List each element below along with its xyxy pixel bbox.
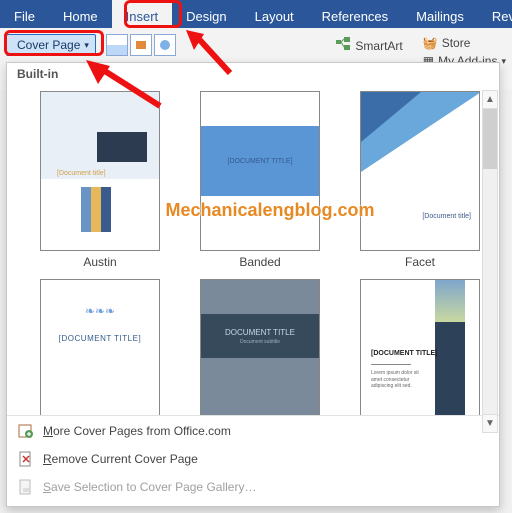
tab-file[interactable]: File: [0, 0, 49, 28]
scroll-thumb[interactable]: [483, 109, 497, 169]
save-page-icon: [17, 478, 35, 496]
tab-home[interactable]: Home: [49, 0, 112, 28]
thumb-grid[interactable]: DOCUMENT TITLE Document subtitle Grid: [185, 279, 335, 415]
footer-label: Save Selection to Cover Page Gallery…: [43, 480, 256, 494]
smartart-label: SmartArt: [355, 39, 402, 53]
footer-label: More Cover Pages from Office.com: [43, 424, 231, 438]
scroll-down-icon[interactable]: ▼: [483, 414, 497, 432]
tab-references[interactable]: References: [308, 0, 402, 28]
tab-mailings[interactable]: Mailings: [402, 0, 478, 28]
tab-layout[interactable]: Layout: [241, 0, 308, 28]
store-label: Store: [442, 36, 471, 50]
caret-down-icon: ▾: [501, 56, 506, 67]
cover-page-gallery: Built-in [Document title] Austin [DOCUME…: [6, 62, 500, 507]
tab-design[interactable]: Design: [172, 0, 240, 28]
smartart-button[interactable]: SmartArt: [335, 36, 402, 55]
thumb-label: Facet: [405, 255, 435, 269]
store-button[interactable]: 🧺 Store: [423, 36, 506, 50]
thumb-integral[interactable]: [DOCUMENT TITLE] Lorem ipsum dolor sit a…: [345, 279, 495, 415]
tab-insert[interactable]: Insert: [112, 0, 173, 28]
thumb-label: Banded: [239, 255, 280, 269]
more-cover-pages[interactable]: More Cover Pages from Office.com: [15, 420, 491, 442]
cover-page-button[interactable]: Cover Page ▾: [6, 34, 96, 56]
table-icon[interactable]: [106, 34, 128, 56]
ribbon-tabs: File Home Insert Design Layout Reference…: [0, 0, 512, 28]
cover-page-label: Cover Page: [17, 38, 80, 52]
thumb-title: [DOCUMENT TITLE]: [41, 334, 159, 343]
office-online-icon: [17, 422, 35, 440]
thumb-title: DOCUMENT TITLE Document subtitle: [201, 314, 319, 358]
smartart-icon: [335, 36, 351, 55]
thumb-title: [Document title]: [422, 213, 471, 220]
thumb-facet[interactable]: [Document title] Facet: [345, 91, 495, 269]
gallery-scrollbar[interactable]: ▲ ▼: [482, 90, 498, 433]
store-icon: 🧺: [423, 36, 438, 50]
ornament-icon: ❧❧❧: [41, 304, 159, 318]
remove-page-icon: [17, 450, 35, 468]
ribbon-quick-icons: [106, 34, 176, 56]
gallery-footer: More Cover Pages from Office.com Remove …: [7, 415, 499, 506]
thumb-title: [DOCUMENT TITLE]: [371, 350, 438, 357]
thumb-banded[interactable]: [DOCUMENT TITLE] Banded: [185, 91, 335, 269]
remove-cover-page[interactable]: Remove Current Cover Page: [15, 448, 491, 470]
thumb-title: [DOCUMENT TITLE]: [201, 158, 319, 165]
save-to-gallery: Save Selection to Cover Page Gallery…: [15, 476, 491, 498]
pictures-icon[interactable]: [130, 34, 152, 56]
scroll-up-icon[interactable]: ▲: [483, 91, 497, 109]
caret-down-icon: ▾: [84, 40, 89, 51]
tab-review[interactable]: Review: [478, 0, 512, 28]
gallery-body: [Document title] Austin [DOCUMENT TITLE]…: [7, 85, 499, 415]
footer-label: Remove Current Cover Page: [43, 452, 198, 466]
thumb-filigree[interactable]: ❧❧❧ [DOCUMENT TITLE] Filigree: [25, 279, 175, 415]
thumb-label: Austin: [83, 255, 116, 269]
gallery-section-header: Built-in: [7, 63, 499, 85]
shapes-icon[interactable]: [154, 34, 176, 56]
thumb-austin[interactable]: [Document title] Austin: [25, 91, 175, 269]
thumb-title: [Document title]: [57, 170, 106, 177]
